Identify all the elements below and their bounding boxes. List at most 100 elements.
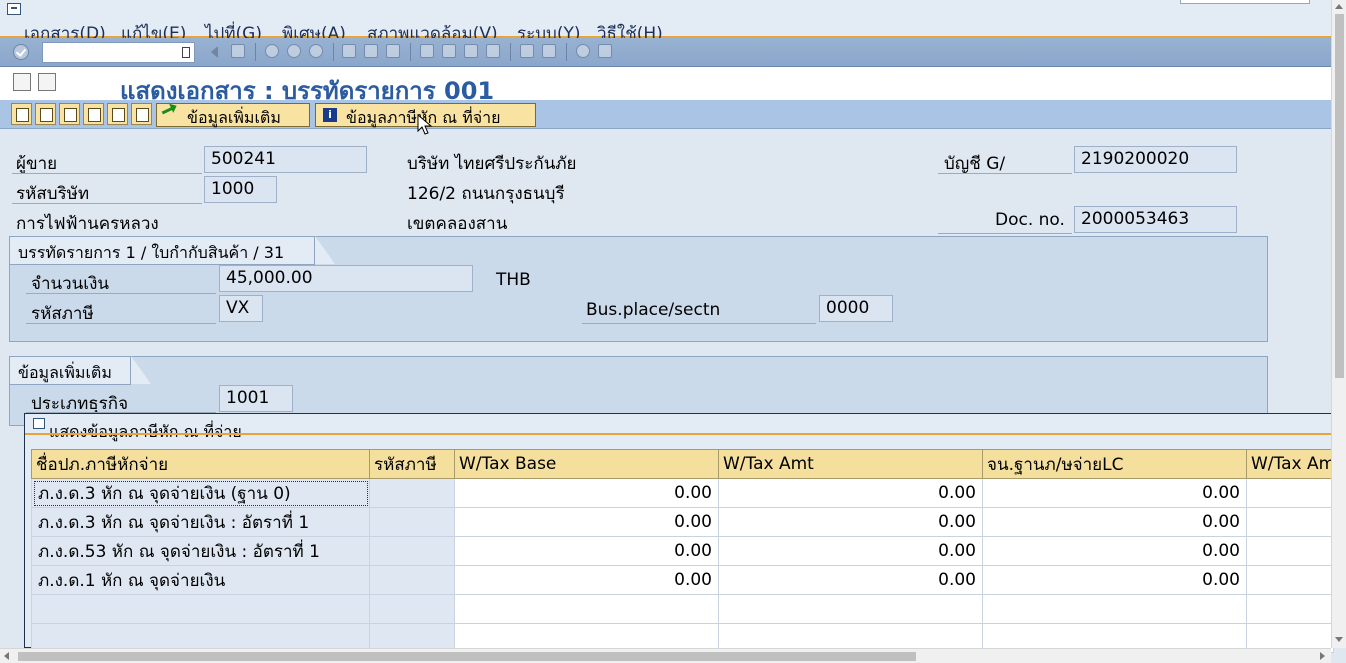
popup-title-underline (25, 433, 1333, 435)
wht-name-cell[interactable] (31, 594, 370, 624)
exit-icon[interactable] (287, 44, 301, 58)
wtax-amt-cell[interactable]: 0.00 (718, 565, 983, 595)
tax-code-cell[interactable] (369, 507, 455, 537)
wtax-base-cell[interactable]: 0.00 (454, 507, 719, 537)
new-session-icon[interactable] (520, 44, 534, 58)
enter-icon[interactable] (13, 44, 29, 60)
wtax-amt-2-cell[interactable] (1246, 536, 1334, 566)
find-icon[interactable] (364, 44, 378, 58)
table-row[interactable]: ภ.ง.ด.53 หัก ณ จุดจ่ายเงิน : อัตราที่ 1 … (31, 536, 1334, 566)
back-arrow-icon[interactable] (210, 46, 218, 58)
command-history-icon[interactable] (182, 47, 190, 58)
tax-code-cell[interactable] (369, 565, 455, 595)
find-next-icon[interactable] (386, 44, 400, 58)
toolbar-separator (333, 43, 334, 61)
doc-no-field[interactable]: 2000053463 (1074, 206, 1237, 233)
system-menu-icon[interactable] (7, 3, 21, 15)
popup-menu-icon[interactable] (33, 418, 45, 429)
bus-place-field[interactable]: 0000 (819, 295, 893, 322)
toolbar-separator (510, 43, 511, 61)
currency: THB (496, 270, 531, 290)
scroll-right-icon[interactable] (1320, 652, 1325, 660)
next-item-icon[interactable] (107, 103, 128, 125)
document-structure-icon[interactable] (35, 103, 56, 125)
additional-data-button[interactable]: ข้อมูลเพิ่มเติม (156, 103, 310, 127)
column-header-base-lc[interactable]: จน.ฐานภ/ษจ่ายLC (982, 449, 1247, 479)
table-row[interactable] (31, 594, 1334, 624)
wtax-base-cell[interactable]: 0.00 (454, 478, 719, 508)
vendor-icon[interactable] (59, 103, 80, 125)
cancel-icon[interactable] (309, 44, 323, 58)
vertical-scrollbar[interactable] (1331, 0, 1346, 648)
vendor-field[interactable]: 500241 (204, 146, 367, 173)
print-icon[interactable] (342, 44, 356, 58)
wtax-amt-2-cell[interactable] (1246, 478, 1334, 508)
scroll-left-icon[interactable] (4, 652, 9, 660)
scroll-up-icon[interactable] (1335, 4, 1343, 9)
wtax-base-cell[interactable]: 0.00 (454, 536, 719, 566)
tax-code-cell[interactable] (369, 478, 455, 508)
base-lc-cell[interactable]: 0.00 (982, 536, 1247, 566)
previous-page-icon[interactable] (442, 44, 456, 58)
tax-code-cell[interactable] (369, 594, 455, 624)
table-row[interactable]: ภ.ง.ด.1 หัก ณ จุดจ่ายเงิน 0.00 0.00 0.00 (31, 565, 1334, 595)
gl-account-field[interactable]: 2190200020 (1074, 146, 1237, 173)
display-change-icon[interactable] (11, 103, 32, 125)
column-header-wtax-amt-2[interactable]: W/Tax Am (1246, 449, 1334, 479)
table-row[interactable]: ภ.ง.ด.3 หัก ณ จุดจ่ายเงิน : อัตราที่ 1 0… (31, 507, 1334, 537)
hat-icon[interactable] (131, 103, 152, 125)
horizontal-scroll-thumb[interactable] (18, 652, 916, 661)
wtax-base-cell[interactable]: 0.00 (454, 565, 719, 595)
wtax-amt-cell[interactable]: 0.00 (718, 478, 983, 508)
help-icon[interactable] (576, 44, 590, 58)
business-area-field[interactable]: 1001 (219, 385, 293, 412)
horizontal-scrollbar[interactable] (0, 648, 1331, 663)
label-underline (938, 173, 1072, 174)
wtax-amt-2-cell[interactable] (1246, 507, 1334, 537)
next-page-icon[interactable] (464, 44, 478, 58)
previous-item-icon[interactable] (83, 103, 104, 125)
toolbar-separator (255, 43, 256, 61)
toolbar-separator (410, 43, 411, 61)
wtax-amt-cell[interactable] (718, 594, 983, 624)
back-icon[interactable] (265, 44, 279, 58)
wht-name-cell[interactable]: ภ.ง.ด.53 หัก ณ จุดจ่ายเงิน : อัตราที่ 1 (31, 536, 370, 566)
label-underline (938, 233, 1072, 234)
column-header-wht-name[interactable]: ชื่อปภ.ภาษีหักจ่าย (31, 449, 370, 479)
wtax-amt-cell[interactable]: 0.00 (718, 536, 983, 566)
first-page-icon[interactable] (420, 44, 434, 58)
vertical-scroll-thumb[interactable] (1335, 14, 1344, 378)
info-icon: i (323, 108, 337, 122)
base-lc-cell[interactable] (982, 594, 1247, 624)
window-top-box (1180, 0, 1310, 4)
base-lc-cell[interactable]: 0.00 (982, 507, 1247, 537)
column-header-wtax-amt[interactable]: W/Tax Amt (718, 449, 983, 479)
tax-code-field[interactable]: VX (219, 295, 263, 322)
wtax-amt-2-cell[interactable] (1246, 594, 1334, 624)
label-underline (582, 323, 816, 324)
last-page-icon[interactable] (486, 44, 500, 58)
arrow-right-icon (161, 105, 181, 125)
company-code-field[interactable]: 1000 (204, 176, 277, 203)
display-mode-icon[interactable] (13, 73, 31, 91)
wht-name-cell[interactable]: ภ.ง.ด.3 หัก ณ จุดจ่ายเงิน (ฐาน 0) (31, 478, 370, 508)
amount-field[interactable]: 45,000.00 (219, 265, 473, 292)
table-row[interactable]: ภ.ง.ด.3 หัก ณ จุดจ่ายเงิน (ฐาน 0) 0.00 0… (31, 478, 1334, 508)
scroll-down-icon[interactable] (1335, 637, 1343, 642)
command-field[interactable] (42, 42, 195, 63)
wtax-amt-2-cell[interactable] (1246, 565, 1334, 595)
base-lc-cell[interactable]: 0.00 (982, 565, 1247, 595)
table-header-row: ชื่อปภ.ภาษีหักจ่าย รหัสภาษี W/Tax Base W… (31, 449, 1334, 479)
save-icon[interactable] (231, 44, 245, 58)
wtax-base-cell[interactable] (454, 594, 719, 624)
wtax-amt-cell[interactable]: 0.00 (718, 507, 983, 537)
column-header-wtax-base[interactable]: W/Tax Base (454, 449, 719, 479)
document-overview-icon[interactable] (38, 73, 56, 91)
wht-name-cell[interactable]: ภ.ง.ด.3 หัก ณ จุดจ่ายเงิน : อัตราที่ 1 (31, 507, 370, 537)
column-header-tax-code[interactable]: รหัสภาษี (369, 449, 455, 479)
tax-code-cell[interactable] (369, 536, 455, 566)
wht-name-cell[interactable]: ภ.ง.ด.1 หัก ณ จุดจ่ายเงิน (31, 565, 370, 595)
shortcut-icon[interactable] (542, 44, 556, 58)
customize-layout-icon[interactable] (598, 44, 612, 58)
base-lc-cell[interactable]: 0.00 (982, 478, 1247, 508)
